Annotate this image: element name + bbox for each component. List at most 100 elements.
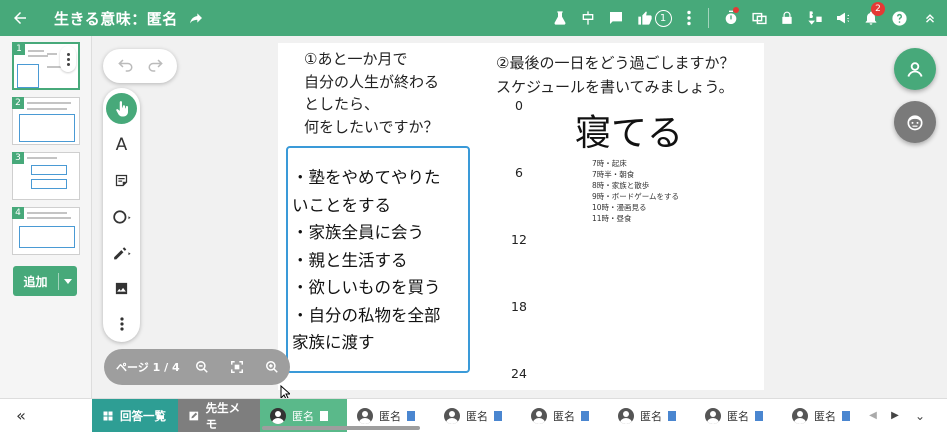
student-scrollbar[interactable] [262,426,420,430]
fit-page-button[interactable] [220,360,255,374]
pen-icon [113,246,131,259]
question-2: ②最後の一日をどう過ごしますか？ スケジュールを書いてみましょう。 [496,51,734,99]
undo-button[interactable] [116,57,134,76]
page-thumbnail-1[interactable]: 1 [12,42,80,90]
student-face-button[interactable] [894,101,936,143]
answer-line: ・自分の私物を全部 [292,305,441,325]
schedule-line: 7時半・朝食 [592,170,635,179]
schedule-line: 11時・昼食 [592,214,632,223]
divider [708,8,709,28]
teacher-memo-tab[interactable]: 先生メモ [178,398,260,432]
student-tab[interactable]: 匿名 [782,399,862,432]
thumbnail-menu-button[interactable] [60,46,76,72]
lab-button[interactable] [546,0,574,36]
like-count: 1 [654,9,672,27]
text-tool[interactable]: A [106,129,137,160]
student-tab[interactable]: 匿名 [608,399,695,432]
like-button[interactable]: 1 [630,0,678,36]
thumb-answer-box [19,226,75,248]
hour-label: 6 [515,165,523,180]
page-thumbnail-4[interactable]: 4 [12,207,80,255]
share-button[interactable] [188,10,204,26]
timer-dot [733,7,739,13]
answers-list-tab[interactable]: 回答一覧 [92,398,178,432]
schedule-line: 9時・ボードゲームをする [592,192,680,201]
thumb-answer-box [31,179,67,189]
layout-button[interactable] [574,0,602,36]
student-tab[interactable]: 匿名 [434,399,521,432]
zoom-in-icon [266,361,279,373]
student-name: 匿名 [640,409,662,423]
thumb-line [47,53,57,55]
question-1-line: 何をしたいですか？ [304,117,439,136]
undo-icon [117,58,132,72]
question-1: ①あと一か月で 自分の人生が終わる としたら、 何をしたいですか？ [304,48,439,138]
notifications-button[interactable]: 2 [857,0,885,36]
collapse-panel-button[interactable]: « [0,399,42,432]
student-face-icon [907,115,923,131]
zoom-in-button[interactable] [255,360,290,374]
image-tool[interactable] [106,273,137,304]
collapse-header-button[interactable] [913,0,947,36]
hour-label: 0 [515,98,523,113]
sticky-note-tool[interactable] [106,165,137,196]
handwritten-note[interactable]: 寝てる [575,104,683,156]
answer-line: ・塾をやめてやりた [292,168,441,187]
expand-bottom-button[interactable]: ⌄ [906,409,934,423]
document-icon [581,410,589,421]
add-options-caret[interactable] [59,278,77,284]
comment-icon [610,12,622,24]
document-icon [755,410,763,421]
teacher-memo-label: 先生メモ [205,400,241,431]
chevron-left-icon: ◀ [869,410,877,421]
toolbar-right: 1 2 [546,0,947,36]
question-1-line: ①あと一か月で [304,50,408,68]
schedule-note[interactable]: 7時・起床 7時半・朝食 8時・家族と散歩 9時・ボードゲームをする 10時・漫… [592,158,679,224]
help-button[interactable] [885,0,913,36]
participant-view-button[interactable] [894,48,936,90]
image-icon [115,282,128,295]
page-thumbnail-3[interactable]: 3 [12,152,80,200]
thumb-up-icon [637,11,652,25]
document-icon [668,410,676,421]
collapse-up-icon [926,14,934,23]
dot [66,57,70,61]
scroll-left-button[interactable]: ◀ [862,410,884,421]
lock-button[interactable] [773,0,801,36]
view-toggle-button[interactable] [745,0,773,36]
timer-button[interactable] [717,0,745,36]
student-tab[interactable]: 匿名 [695,399,782,432]
document-icon [494,410,502,421]
redo-icon [148,58,163,72]
hand-tool[interactable] [106,93,137,124]
student-tab[interactable]: 匿名 [521,399,608,432]
back-button[interactable] [0,0,40,36]
help-icon [891,10,907,26]
double-chevron-left-icon: « [16,406,26,425]
scroll-right-button[interactable]: ▶ [884,410,906,421]
comment-button[interactable] [602,0,630,36]
announce-button[interactable] [829,0,857,36]
more-menu-button[interactable] [678,0,700,36]
zoom-out-button[interactable] [184,360,219,374]
student-name: 匿名 [814,409,836,423]
page-thumbnail-panel: 1 2 3 4 追加 [0,36,92,398]
circle-shape-icon [112,209,131,224]
grid-icon [103,411,113,420]
avatar-icon [357,407,373,424]
more-tools-button[interactable] [106,308,137,339]
answer-text-box[interactable]: ・塾をやめてやりた いことをする ・家族全員に会う ・親と生活する ・欲しいもの… [286,146,470,373]
redo-button[interactable] [147,57,165,76]
shape-tool[interactable] [106,201,137,232]
lock-icon [782,11,792,24]
thumb-line [27,108,67,110]
thumb-answer-box [19,114,75,142]
add-page-button[interactable]: 追加 [13,266,77,296]
student-name: 匿名 [466,409,488,423]
pen-tool[interactable] [106,237,137,268]
page-thumbnail-2[interactable]: 2 [12,97,80,145]
thumb-line [27,212,67,214]
thumb-line [27,102,71,104]
layout-icon [582,11,594,25]
gallery-button[interactable] [801,0,829,36]
